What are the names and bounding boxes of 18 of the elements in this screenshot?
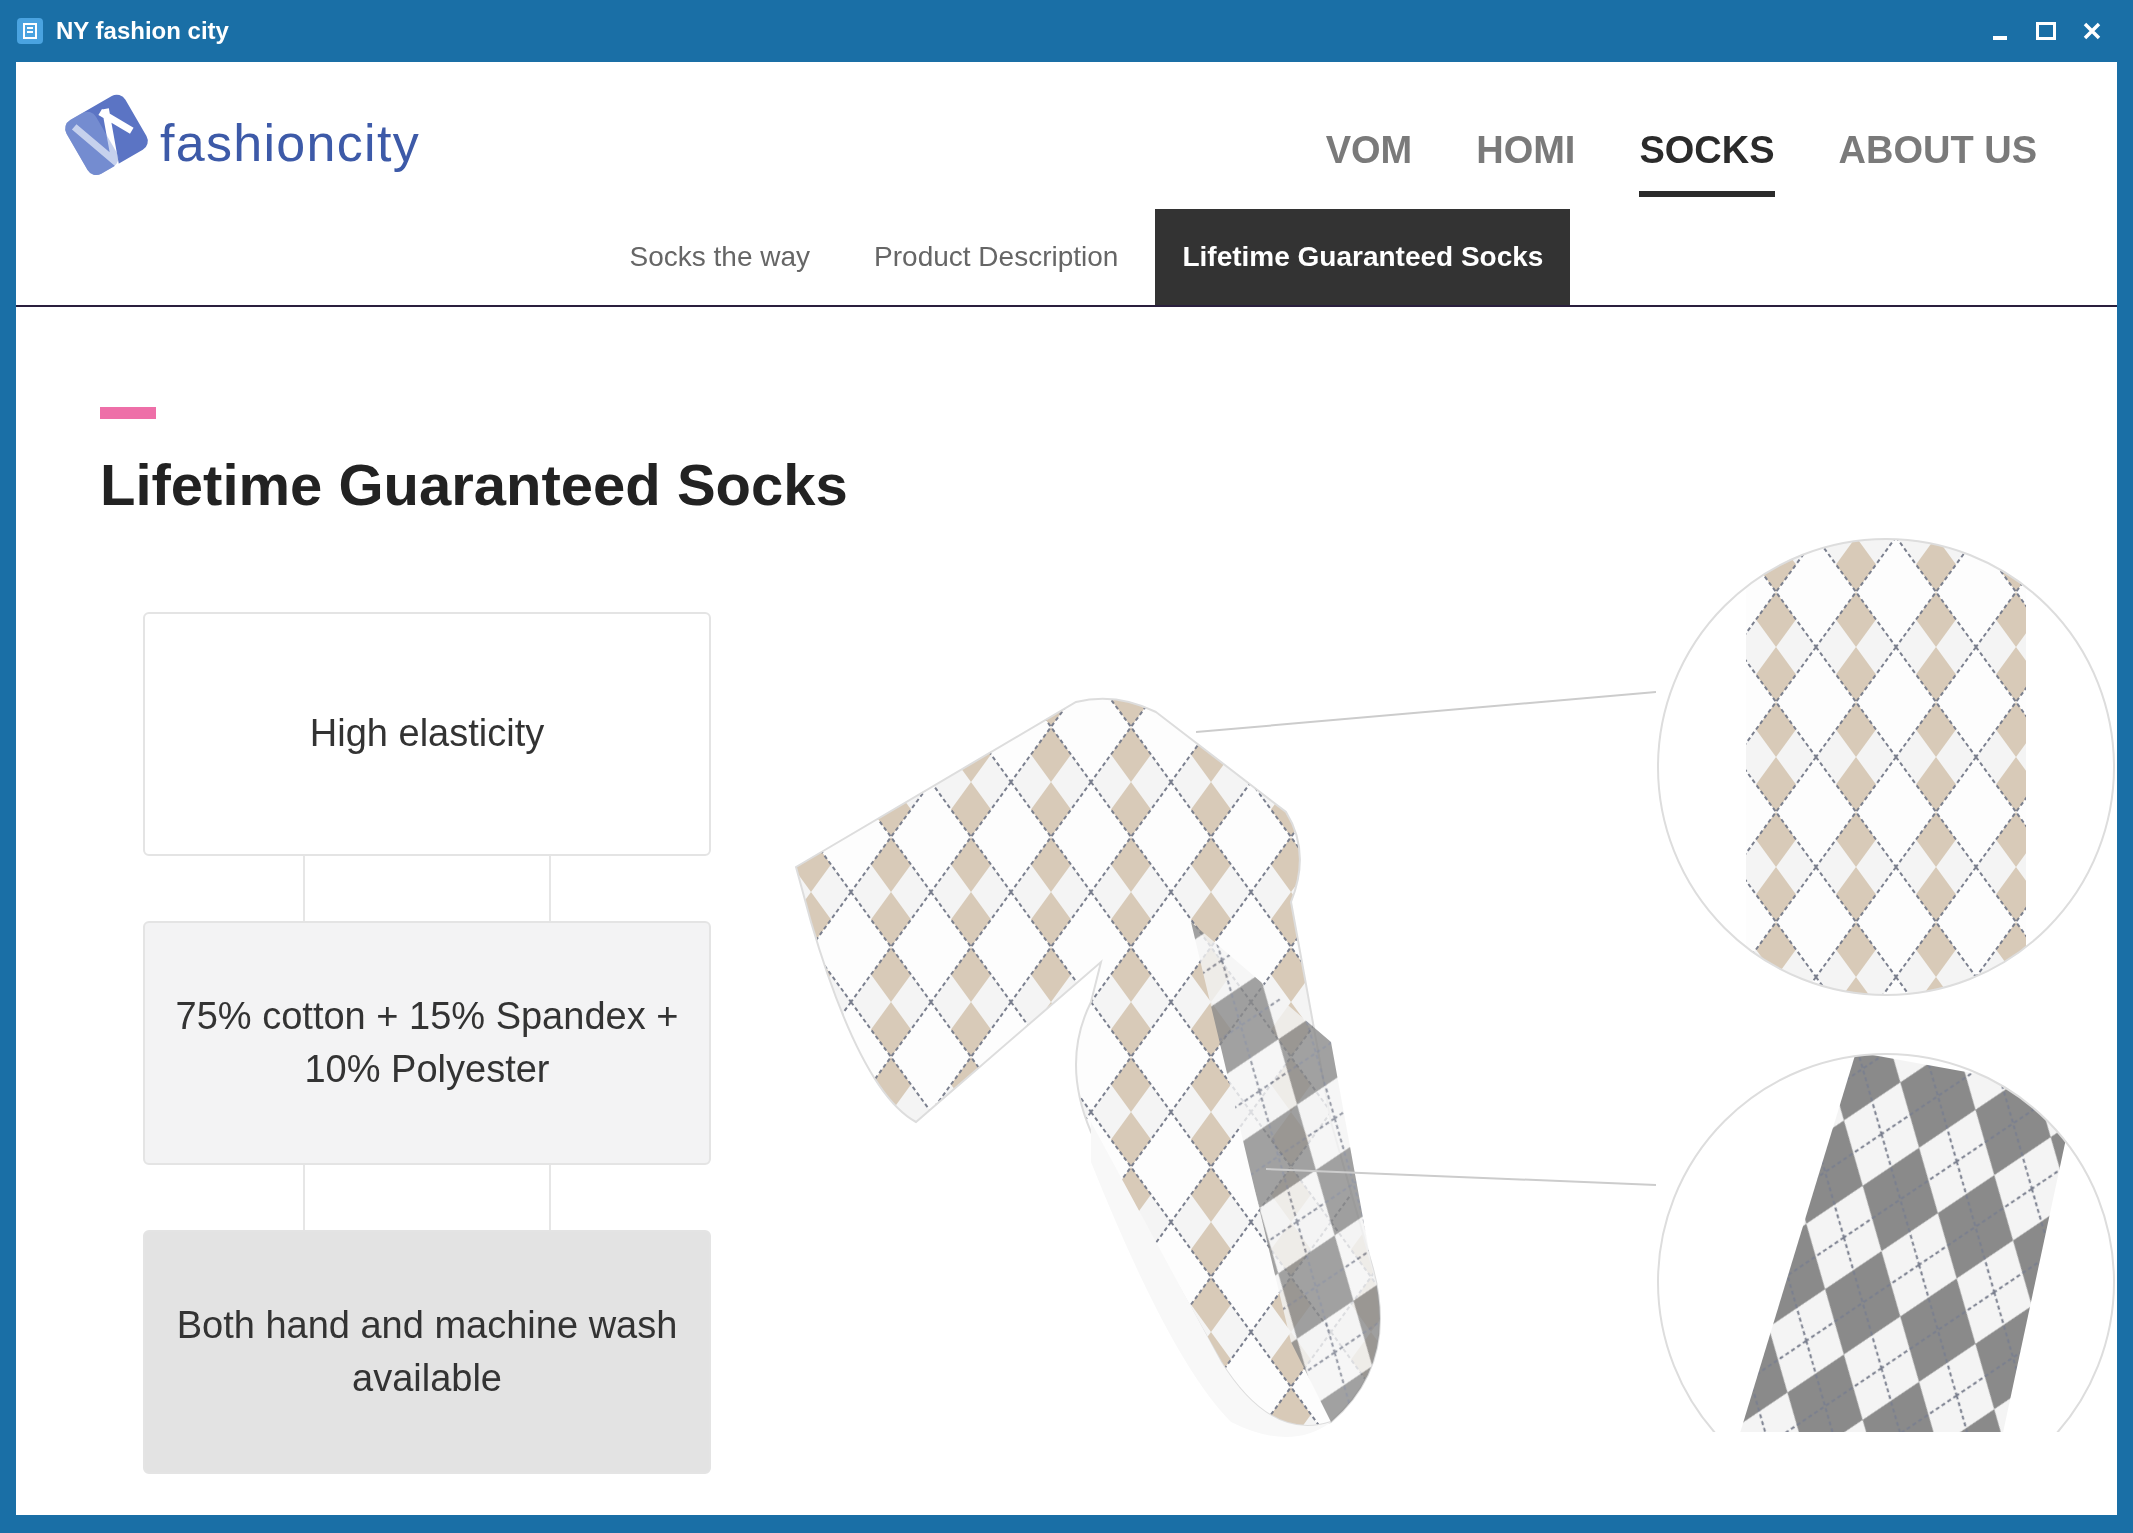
nav-link[interactable]: ABOUT US [1838, 122, 2037, 197]
sub-tab[interactable]: Socks the way [602, 209, 838, 305]
page-heading: Lifetime Guaranteed Socks [100, 451, 849, 519]
minimize-icon [1993, 36, 2007, 40]
nav-link[interactable]: HOMI [1476, 122, 1576, 197]
close-icon [2083, 22, 2101, 40]
sub-tab[interactable]: Product Description [847, 209, 1146, 305]
nav-link[interactable]: SOCKS [1639, 122, 1775, 197]
accent-bar [100, 407, 156, 419]
feature-card: High elasticity [143, 611, 711, 856]
nav-link[interactable]: VOM [1325, 122, 1413, 197]
app-icon [16, 17, 44, 45]
window-title: NY fashion city [56, 16, 229, 46]
maximize-icon [2036, 22, 2056, 40]
logo-text: fashioncity [160, 117, 420, 174]
feature-card: 75% cotton + 15% Spandex + 10% Polyester [143, 920, 711, 1165]
feature-card: Both hand and machine wash available [143, 1229, 711, 1474]
sub-tab[interactable]: Lifetime Guaranteed Socks [1155, 209, 1571, 305]
